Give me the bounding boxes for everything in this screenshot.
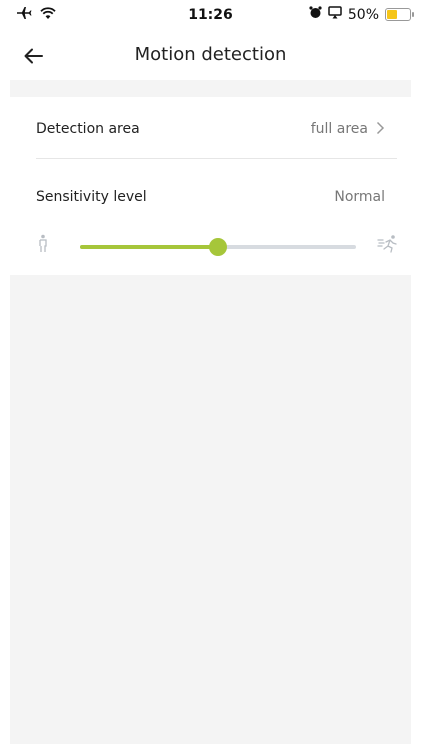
battery-percent: 50%: [347, 6, 379, 23]
page-title: Motion detection: [134, 44, 287, 65]
settings-card: Detection area full area Sensitivity lev…: [10, 97, 411, 275]
detection-area-value-group: full area: [311, 120, 385, 139]
divider: [36, 158, 397, 159]
running-person-icon: [377, 234, 399, 254]
sensitivity-slider-fill: [80, 245, 218, 249]
detection-area-row[interactable]: Detection area full area: [36, 117, 385, 141]
sensitivity-value: Normal: [334, 189, 385, 205]
battery-icon: [385, 8, 414, 21]
detection-area-label: Detection area: [36, 121, 140, 137]
nav-header: Motion detection: [0, 34, 421, 78]
standing-person-icon: [36, 234, 50, 254]
chevron-right-icon: [376, 120, 385, 139]
sensitivity-slider-thumb[interactable]: [209, 238, 227, 256]
sensitivity-row: Sensitivity level Normal: [36, 185, 385, 209]
detection-area-value: full area: [310, 121, 368, 137]
screen-mirroring-icon: [328, 6, 342, 23]
sensitivity-slider-row: [36, 234, 399, 258]
sensitivity-label: Sensitivity level: [36, 189, 147, 205]
alarm-icon: [309, 6, 322, 23]
sensitivity-slider-track[interactable]: [80, 238, 356, 256]
motion-detection-screen: 11:26 50% Motion detection Detection are: [0, 0, 421, 744]
status-right: 50%: [309, 6, 414, 23]
status-bar: 11:26 50%: [0, 0, 421, 32]
